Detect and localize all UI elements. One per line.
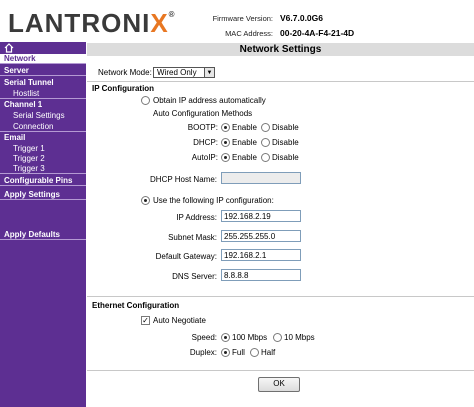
bootp-enable-label: Enable bbox=[232, 123, 257, 132]
sidebar-item-configurable-pins[interactable]: Configurable Pins bbox=[0, 176, 86, 186]
sidebar-item-trigger-2[interactable]: Trigger 2 bbox=[0, 154, 86, 164]
page-title: Network Settings bbox=[87, 43, 474, 56]
home-icon[interactable] bbox=[4, 43, 14, 53]
use-following-radio[interactable] bbox=[141, 196, 150, 205]
sidebar-item-channel-1[interactable]: Channel 1 bbox=[0, 100, 86, 110]
bootp-label: BOOTP: bbox=[187, 123, 218, 132]
sidebar-item-trigger-3[interactable]: Trigger 3 bbox=[0, 164, 86, 174]
sidebar-item-trigger-1[interactable]: Trigger 1 bbox=[0, 144, 86, 154]
autoip-enable-radio[interactable] bbox=[221, 153, 230, 162]
sidebar-item-apply-defaults[interactable]: Apply Defaults bbox=[0, 230, 86, 240]
sidebar-item-hostlist[interactable]: Hostlist bbox=[0, 89, 86, 99]
ip-address-input[interactable] bbox=[221, 210, 301, 222]
obtain-auto-label: Obtain IP address automatically bbox=[153, 96, 266, 105]
dns-server-label: DNS Server: bbox=[172, 272, 217, 281]
divider bbox=[87, 296, 474, 297]
ok-button[interactable]: OK bbox=[258, 377, 300, 392]
auto-methods-label: Auto Configuration Methods bbox=[153, 109, 253, 118]
duplex-label: Duplex: bbox=[189, 348, 217, 357]
bootp-enable-radio[interactable] bbox=[221, 123, 230, 132]
subnet-mask-input[interactable] bbox=[221, 230, 301, 242]
default-gateway-input[interactable] bbox=[221, 249, 301, 261]
default-gateway-label: Default Gateway: bbox=[155, 252, 217, 261]
dhcp-host-name-input[interactable] bbox=[221, 172, 301, 184]
network-mode-value: Wired Only bbox=[157, 68, 197, 77]
duplex-full-radio[interactable] bbox=[221, 348, 230, 357]
speed-100-label: 100 Mbps bbox=[232, 333, 268, 342]
chevron-down-icon[interactable]: ▼ bbox=[204, 67, 215, 78]
speed-10-label: 10 Mbps bbox=[284, 333, 315, 342]
dhcp-enable-radio[interactable] bbox=[221, 138, 230, 147]
sidebar-item-email[interactable]: Email bbox=[0, 133, 86, 143]
obtain-auto-radio[interactable] bbox=[141, 96, 150, 105]
subnet-mask-label: Subnet Mask: bbox=[168, 233, 217, 242]
mac-address-value: 00-20-4A-F4-21-4D bbox=[280, 28, 355, 38]
duplex-half-label: Half bbox=[261, 348, 276, 357]
autoip-label: AutoIP: bbox=[191, 153, 218, 162]
dns-server-input[interactable] bbox=[221, 269, 301, 281]
divider bbox=[87, 81, 474, 82]
ethernet-configuration-heading: Ethernet Configuration bbox=[92, 301, 180, 310]
firmware-version-label: Firmware Version: bbox=[212, 14, 273, 23]
duplex-full-label: Full bbox=[232, 348, 245, 357]
autoip-disable-radio[interactable] bbox=[261, 153, 270, 162]
sidebar-item-serial-tunnel[interactable]: Serial Tunnel bbox=[0, 78, 86, 88]
dhcp-label: DHCP: bbox=[193, 138, 218, 147]
dhcp-disable-radio[interactable] bbox=[261, 138, 270, 147]
sidebar-item-apply-settings[interactable]: Apply Settings bbox=[0, 190, 86, 200]
auto-negotiate-checkbox[interactable]: ✓ bbox=[141, 316, 150, 325]
speed-label: Speed: bbox=[191, 333, 217, 342]
sidebar-item-serial-settings[interactable]: Serial Settings bbox=[0, 111, 86, 121]
sidebar-item-connection[interactable]: Connection bbox=[0, 122, 86, 132]
network-mode-label: Network Mode: bbox=[98, 68, 152, 77]
ip-address-label: IP Address: bbox=[176, 213, 217, 222]
sidebar-item-network[interactable]: Network bbox=[0, 54, 86, 64]
bootp-disable-radio[interactable] bbox=[261, 123, 270, 132]
firmware-version-value: V6.7.0.0G6 bbox=[280, 13, 324, 23]
dhcp-enable-label: Enable bbox=[232, 138, 257, 147]
mac-address-label: MAC Address: bbox=[225, 29, 273, 38]
autoip-disable-label: Disable bbox=[272, 153, 299, 162]
dhcp-disable-label: Disable bbox=[272, 138, 299, 147]
ip-configuration-heading: IP Configuration bbox=[92, 84, 155, 93]
bootp-disable-label: Disable bbox=[272, 123, 299, 132]
speed-10-radio[interactable] bbox=[273, 333, 282, 342]
lantronix-logo: LANTRONIX® bbox=[8, 8, 176, 38]
dhcp-host-name-label: DHCP Host Name: bbox=[150, 175, 217, 184]
auto-negotiate-label: Auto Negotiate bbox=[153, 316, 206, 325]
speed-100-radio[interactable] bbox=[221, 333, 230, 342]
use-following-label: Use the following IP configuration: bbox=[153, 196, 274, 205]
divider bbox=[87, 370, 474, 371]
autoip-enable-label: Enable bbox=[232, 153, 257, 162]
sidebar-item-server[interactable]: Server bbox=[0, 66, 86, 76]
duplex-half-radio[interactable] bbox=[250, 348, 259, 357]
